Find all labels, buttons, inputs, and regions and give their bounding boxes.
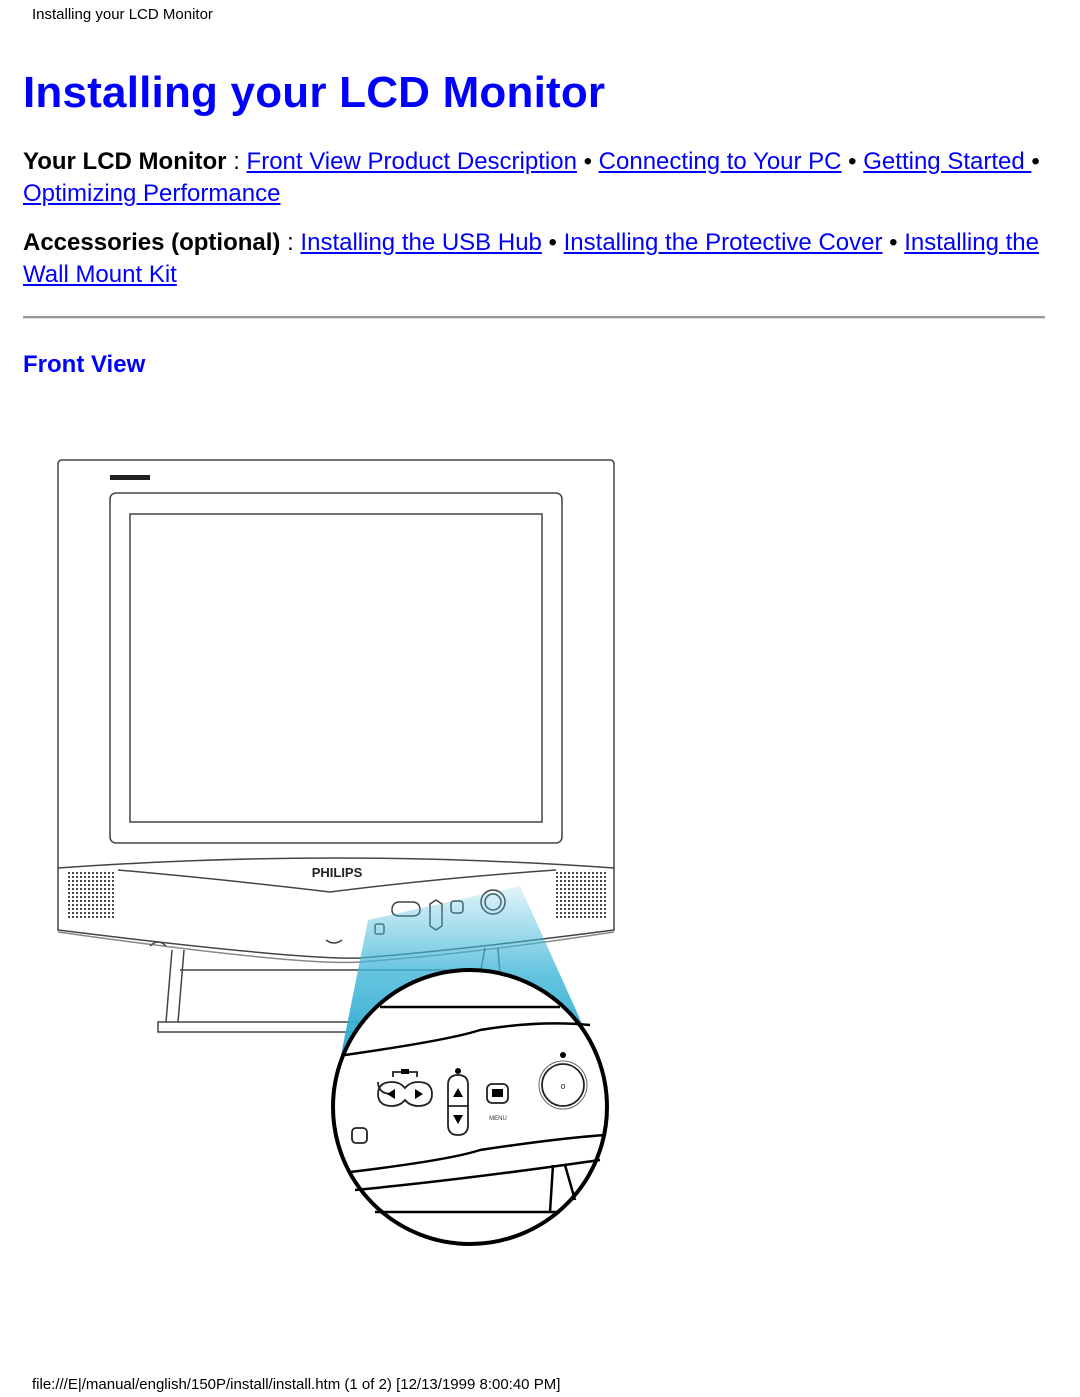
speaker-grill-left xyxy=(66,870,116,918)
inner-bezel xyxy=(109,492,563,844)
monitor-front-view-illustration: PHILIPS o MENU xyxy=(57,459,615,1246)
model-logo xyxy=(110,475,150,480)
footer-file-path: file:///E|/manual/english/150P/install/i… xyxy=(32,1376,561,1393)
brand-logo: PHILIPS xyxy=(312,865,363,880)
svg-text:o: o xyxy=(560,1081,565,1091)
menu-label: MENU xyxy=(489,1116,507,1122)
speaker-grill-right xyxy=(556,870,606,918)
screen xyxy=(129,513,543,823)
monitor-bezel xyxy=(57,459,615,868)
magnifier-circle xyxy=(331,968,609,1246)
